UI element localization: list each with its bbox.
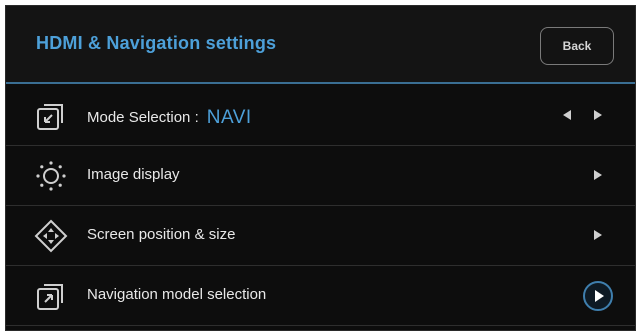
settings-menu: Mode Selection : NAVI Image display Scre… <box>6 86 635 326</box>
menu-item-label: Image display <box>87 166 180 183</box>
menu-item-label: Screen position & size <box>87 226 236 243</box>
menu-item-mode-selection[interactable]: Mode Selection : NAVI <box>6 86 635 146</box>
mode-selection-icon <box>34 99 68 133</box>
navigation-model-icon <box>34 279 68 313</box>
arrow-right-icon[interactable] <box>594 170 602 180</box>
selected-arrow-button[interactable] <box>583 281 613 311</box>
move-arrows-icon <box>34 219 68 253</box>
page-title: HDMI & Navigation settings <box>36 33 277 53</box>
brightness-icon <box>34 159 68 193</box>
arrow-left-icon[interactable] <box>563 110 571 120</box>
menu-item-screen-position[interactable]: Screen position & size <box>6 206 635 266</box>
menu-item-image-display[interactable]: Image display <box>6 146 635 206</box>
mode-value: NAVI <box>206 107 252 128</box>
arrow-right-icon[interactable] <box>594 110 602 120</box>
settings-screen: HDMI & Navigation settings Back Mode Sel… <box>5 5 636 331</box>
arrow-right-icon[interactable] <box>594 230 602 240</box>
menu-item-label: Navigation model selection <box>87 286 267 303</box>
back-button[interactable]: Back <box>540 27 614 65</box>
play-arrow-icon <box>595 290 604 302</box>
menu-item-label: Mode Selection : NAVI <box>87 107 252 128</box>
header-bar: HDMI & Navigation settings Back <box>6 6 635 84</box>
menu-item-navigation-model[interactable]: Navigation model selection <box>6 266 635 326</box>
